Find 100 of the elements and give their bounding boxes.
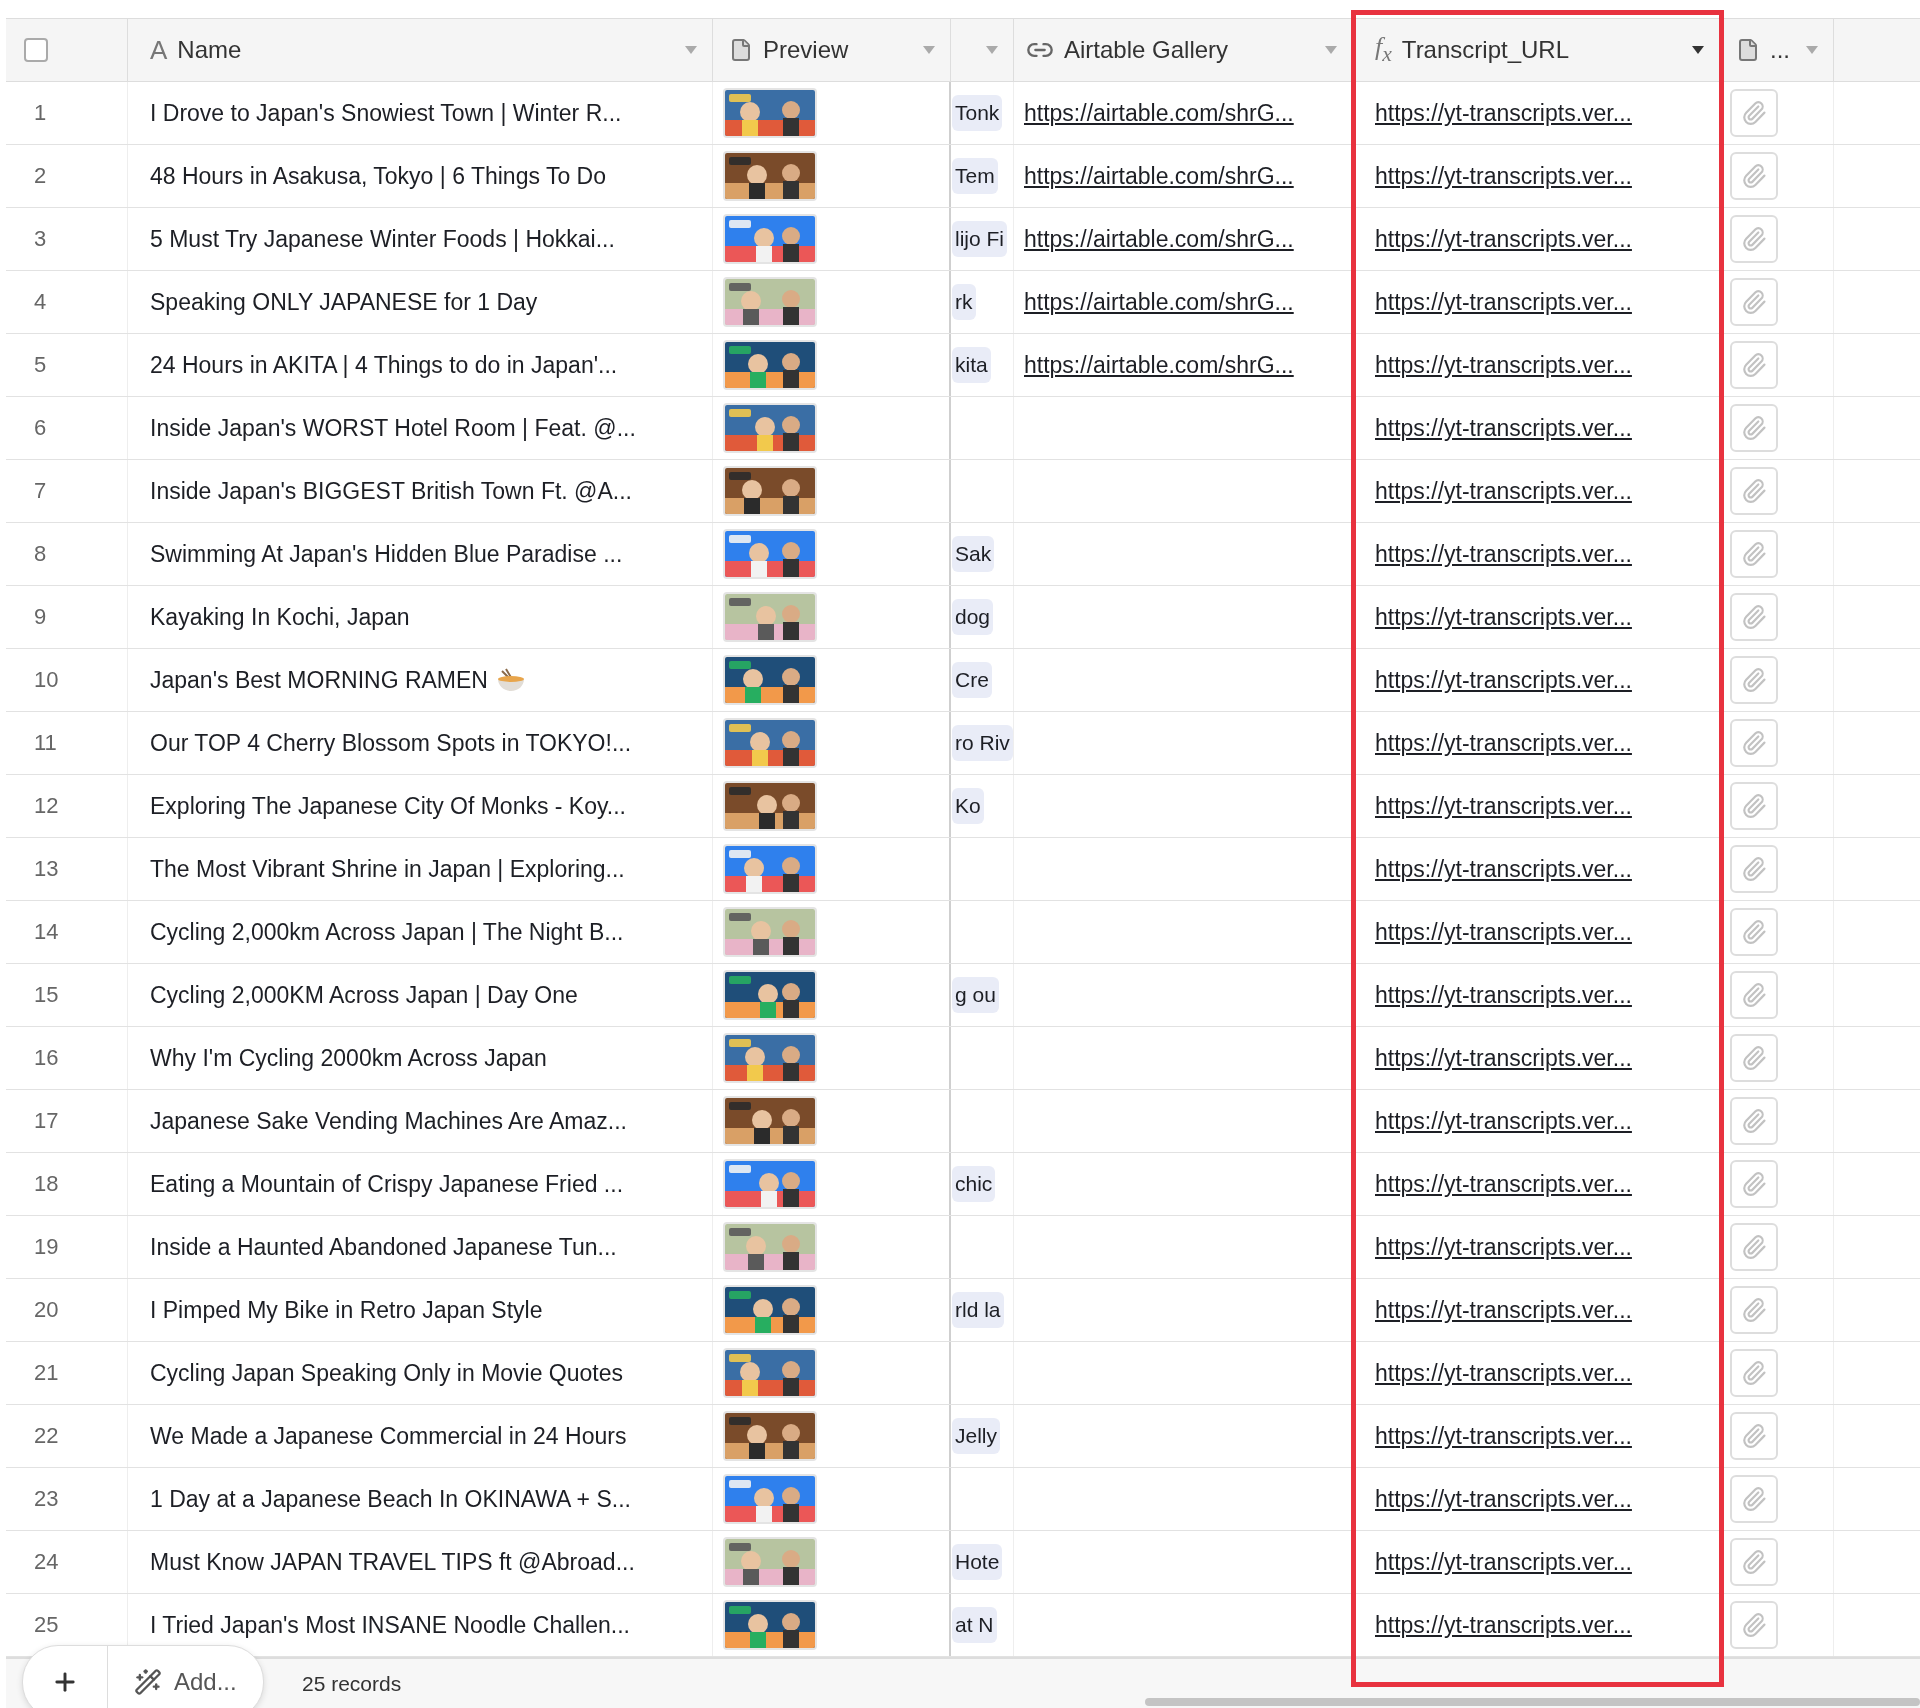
transcript-link[interactable]: https://yt-transcripts.ver...: [1375, 225, 1632, 253]
attachment-icon[interactable]: [1730, 1349, 1778, 1397]
attachment-icon[interactable]: [1730, 152, 1778, 200]
transcript-link[interactable]: https://yt-transcripts.ver...: [1375, 918, 1632, 946]
attachment-icon[interactable]: [1730, 1601, 1778, 1649]
transcript-link[interactable]: https://yt-transcripts.ver...: [1375, 162, 1632, 190]
row-number: 17: [33, 1108, 59, 1134]
transcript-link[interactable]: https://yt-transcripts.ver...: [1375, 477, 1632, 505]
attachment-icon[interactable]: [1730, 656, 1778, 704]
attachment-icon[interactable]: [1730, 278, 1778, 326]
dropdown-caret-icon[interactable]: [1691, 45, 1705, 55]
video-title: Exploring The Japanese City Of Monks - Koy...: [150, 792, 626, 820]
attachment-icon[interactable]: [1730, 1286, 1778, 1334]
attachment-icon[interactable]: [1730, 404, 1778, 452]
attachment-icon[interactable]: [1730, 1412, 1778, 1460]
column-header[interactable]: Preview: [763, 36, 912, 64]
tag-chip: kita: [952, 347, 991, 383]
transcript-link[interactable]: https://yt-transcripts.ver...: [1375, 1485, 1632, 1513]
row-number: 14: [33, 919, 59, 945]
transcript-link[interactable]: https://yt-transcripts.ver...: [1375, 1548, 1632, 1576]
tag-chip: Tonk: [952, 95, 1003, 131]
video-title: Japan's Best MORNING RAMEN: [150, 666, 488, 694]
transcript-link[interactable]: https://yt-transcripts.ver...: [1375, 1170, 1632, 1198]
transcript-link[interactable]: https://yt-transcripts.ver...: [1375, 99, 1632, 127]
tag-chip: rld la: [952, 1292, 1004, 1328]
transcript-link[interactable]: https://yt-transcripts.ver...: [1375, 414, 1632, 442]
attachment-icon[interactable]: [1730, 1160, 1778, 1208]
transcript-link[interactable]: https://yt-transcripts.ver...: [1375, 855, 1632, 883]
tag-chip: chic: [952, 1166, 996, 1202]
attachment-icon[interactable]: [1730, 341, 1778, 389]
row-number: 11: [33, 730, 57, 756]
row-number: 10: [33, 667, 59, 693]
video-title: 5 Must Try Japanese Winter Foods | Hokkai...: [150, 225, 615, 253]
gallery-link[interactable]: https://airtable.com/shrG...: [1024, 162, 1294, 190]
row-number: 20: [33, 1297, 59, 1323]
attachment-icon[interactable]: [1730, 89, 1778, 137]
attachment-icon[interactable]: [1730, 971, 1778, 1019]
attachment-icon[interactable]: [1730, 1034, 1778, 1082]
row-number: 3: [33, 226, 47, 252]
transcript-link[interactable]: https://yt-transcripts.ver...: [1375, 981, 1632, 1009]
transcript-link[interactable]: https://yt-transcripts.ver...: [1375, 1422, 1632, 1450]
transcript-link[interactable]: https://yt-transcripts.ver...: [1375, 1044, 1632, 1072]
transcript-link[interactable]: https://yt-transcripts.ver...: [1375, 1359, 1632, 1387]
attachment-icon[interactable]: [1730, 1097, 1778, 1145]
row-number: 21: [33, 1360, 59, 1386]
video-title: Inside a Haunted Abandoned Japanese Tun...: [150, 1233, 617, 1261]
row-number: 23: [33, 1486, 59, 1512]
column-header[interactable]: Transcript_URL: [1401, 36, 1681, 64]
video-title: Inside Japan's BIGGEST British Town Ft. @A...: [150, 477, 632, 505]
tag-chip: g ou: [952, 977, 999, 1013]
gallery-link[interactable]: https://airtable.com/shrG...: [1024, 288, 1294, 316]
video-title: Our TOP 4 Cherry Blossom Spots in TOKYO!...: [150, 729, 632, 757]
gallery-link[interactable]: https://airtable.com/shrG...: [1024, 225, 1294, 253]
gallery-link[interactable]: https://airtable.com/shrG...: [1024, 99, 1294, 127]
transcript-link[interactable]: https://yt-transcripts.ver...: [1375, 1233, 1632, 1261]
video-title: Speaking ONLY JAPANESE for 1 Day: [150, 288, 538, 316]
file-icon: [729, 38, 753, 62]
row-number: 6: [33, 415, 47, 441]
attachment-icon[interactable]: [1730, 1475, 1778, 1523]
attachment-icon[interactable]: [1730, 215, 1778, 263]
transcript-link[interactable]: https://yt-transcripts.ver...: [1375, 351, 1632, 379]
row-number: 18: [33, 1171, 59, 1197]
attachment-icon[interactable]: [1730, 908, 1778, 956]
video-title: 24 Hours in AKITA | 4 Things to do in Japan'...: [150, 351, 618, 379]
row-number: 22: [33, 1423, 59, 1449]
row-number: 2: [33, 163, 47, 189]
add-button[interactable]: Add...: [107, 1646, 263, 1708]
video-title: The Most Vibrant Shrine in Japan | Exploring...: [150, 855, 625, 883]
transcript-link[interactable]: https://yt-transcripts.ver...: [1375, 603, 1632, 631]
horizontal-scrollbar[interactable]: [1145, 1698, 1920, 1706]
transcript-link[interactable]: https://yt-transcripts.ver...: [1375, 288, 1632, 316]
gallery-link[interactable]: https://airtable.com/shrG...: [1024, 351, 1294, 379]
column-header[interactable]: Name: [177, 36, 674, 64]
column-header[interactable]: ...: [1770, 36, 1795, 64]
transcript-link[interactable]: https://yt-transcripts.ver...: [1375, 666, 1632, 694]
attachment-icon[interactable]: [1730, 1538, 1778, 1586]
attachment-icon[interactable]: [1730, 1223, 1778, 1271]
transcript-link[interactable]: https://yt-transcripts.ver...: [1375, 540, 1632, 568]
attachment-icon[interactable]: [1730, 467, 1778, 515]
column-header[interactable]: Airtable Gallery: [1064, 36, 1314, 64]
transcript-link[interactable]: https://yt-transcripts.ver...: [1375, 1611, 1632, 1639]
row-number: 19: [33, 1234, 59, 1260]
attachment-icon[interactable]: [1730, 845, 1778, 893]
transcript-link[interactable]: https://yt-transcripts.ver...: [1375, 729, 1632, 757]
video-title: I Tried Japan's Most INSANE Noodle Challen...: [150, 1611, 630, 1639]
video-title: Cycling 2,000KM Across Japan | Day One: [150, 981, 578, 1009]
tag-chip: rk: [952, 284, 976, 320]
transcript-link[interactable]: https://yt-transcripts.ver...: [1375, 1107, 1632, 1135]
attachment-icon[interactable]: [1730, 782, 1778, 830]
select-all-checkbox[interactable]: [24, 38, 48, 62]
tag-chip: Hote: [952, 1544, 1003, 1580]
tag-chip: Cre: [952, 662, 992, 698]
tag-chip: Ko: [952, 788, 984, 824]
attachment-icon[interactable]: [1730, 530, 1778, 578]
video-title: 48 Hours in Asakusa, Tokyo | 6 Things To Do: [150, 162, 606, 190]
attachment-icon[interactable]: [1730, 719, 1778, 767]
row-number: 25: [33, 1612, 59, 1638]
transcript-link[interactable]: https://yt-transcripts.ver...: [1375, 792, 1632, 820]
transcript-link[interactable]: https://yt-transcripts.ver...: [1375, 1296, 1632, 1324]
attachment-icon[interactable]: [1730, 593, 1778, 641]
